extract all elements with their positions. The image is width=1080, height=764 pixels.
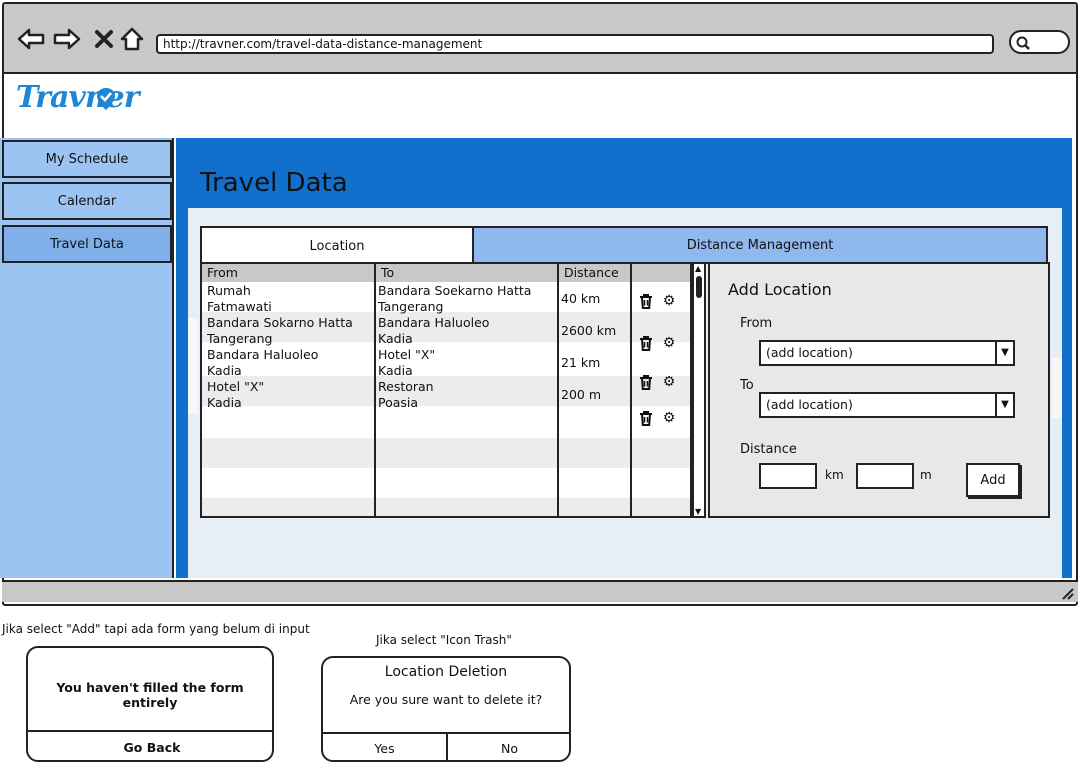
chevron-down-icon: ▼ — [995, 342, 1013, 364]
dialog-delete-caption: Jika select "Icon Trash" — [376, 633, 512, 647]
tab-label: Distance Management — [686, 237, 834, 253]
tab-label: Location — [309, 238, 365, 254]
to-select-value: (add location) — [766, 397, 853, 412]
from-select-value: (add location) — [766, 345, 853, 360]
gear-icon[interactable]: ⚙ — [661, 374, 677, 390]
cell-to: Restoran Poasia — [378, 379, 434, 410]
from-select[interactable]: (add location) ▼ — [759, 340, 1015, 366]
go-back-button[interactable]: Go Back — [28, 732, 272, 760]
gear-icon[interactable]: ⚙ — [661, 293, 677, 309]
travner-logo[interactable]: Travner — [16, 80, 140, 115]
m-unit-label: m — [920, 468, 932, 482]
to-select[interactable]: (add location) ▼ — [759, 392, 1015, 418]
dialog-incomplete-caption: Jika select "Add" tapi ada form yang bel… — [2, 622, 310, 636]
column-header-distance: Distance — [559, 264, 632, 282]
to-label: To — [740, 378, 754, 393]
table-row — [202, 408, 690, 438]
column-header-from: From — [202, 264, 376, 282]
forward-icon[interactable] — [52, 24, 82, 54]
stop-icon[interactable] — [89, 24, 119, 54]
sidebar-item-travel-data[interactable]: Travel Data — [2, 225, 172, 263]
scroll-up-icon[interactable]: ▲ — [695, 265, 701, 273]
tab-distance-management[interactable]: Distance Management — [472, 226, 1048, 264]
back-icon[interactable] — [16, 24, 46, 54]
trash-icon[interactable] — [638, 374, 654, 390]
sidebar-item-label: Travel Data — [50, 236, 124, 252]
table-row — [202, 468, 690, 498]
chevron-down-icon: ▼ — [995, 394, 1013, 416]
sidebar-item-my-schedule[interactable]: My Schedule — [2, 140, 172, 178]
add-button[interactable]: Add — [966, 463, 1020, 497]
table-scrollbar[interactable]: ▲ ▼ — [692, 262, 706, 518]
background-building — [1052, 358, 1062, 418]
dialog-message: Are you sure want to delete it? — [349, 692, 543, 707]
background-building — [188, 318, 198, 414]
tab-location[interactable]: Location — [200, 226, 474, 264]
gear-icon[interactable]: ⚙ — [661, 410, 677, 426]
trash-icon[interactable] — [638, 293, 654, 309]
column-header-to: To — [376, 264, 559, 282]
table-row — [202, 498, 690, 516]
search-icon — [1016, 36, 1030, 50]
sidebar-item-calendar[interactable]: Calendar — [2, 182, 172, 220]
cell-to: Hotel "X" Kadia — [378, 347, 436, 378]
cell-distance: 40 km — [561, 291, 601, 306]
column-header-actions — [632, 264, 690, 282]
m-input[interactable] — [856, 463, 914, 489]
km-input[interactable] — [759, 463, 817, 489]
home-icon[interactable] — [117, 24, 147, 54]
distance-table: From To Distance Rumah Fatmawati Bandara … — [200, 262, 692, 518]
trash-icon[interactable] — [638, 335, 654, 351]
km-unit-label: km — [825, 468, 844, 482]
sidebar-item-label: Calendar — [57, 193, 117, 209]
status-bar — [2, 580, 1078, 602]
incomplete-form-dialog: You haven't filled the form entirely Go … — [26, 646, 274, 762]
location-deletion-dialog: Location Deletion Are you sure want to d… — [321, 656, 571, 762]
url-bar[interactable]: http://travner.com/travel-data-distance-… — [156, 34, 994, 54]
cell-to: Bandara Haluoleo Kadia — [378, 315, 490, 346]
cell-distance: 2600 km — [561, 323, 617, 338]
gear-icon[interactable]: ⚙ — [661, 335, 677, 351]
trash-icon[interactable] — [638, 410, 654, 426]
logo-pin-icon — [97, 88, 115, 110]
distance-label: Distance — [740, 442, 797, 457]
browser-search[interactable] — [1009, 30, 1070, 54]
page-title: Travel Data — [200, 168, 348, 198]
site-header — [4, 76, 1076, 142]
from-label: From — [740, 316, 773, 331]
cell-from: Hotel "X" Kadia — [207, 379, 265, 410]
table-row — [202, 438, 690, 468]
sidebar: My Schedule Calendar Travel Data — [0, 138, 174, 578]
no-button[interactable]: No — [448, 734, 569, 760]
cell-from: Bandara Haluoleo Kadia — [207, 347, 319, 378]
scroll-down-icon[interactable]: ▼ — [695, 508, 701, 516]
column-divider — [374, 264, 376, 516]
table-row — [202, 376, 690, 406]
dialog-message: You haven't filled the form entirely — [56, 680, 244, 710]
resize-handle-icon[interactable] — [1060, 586, 1074, 600]
sidebar-item-label: My Schedule — [45, 151, 129, 167]
browser-toolbar: http://travner.com/travel-data-distance-… — [4, 4, 1076, 74]
cell-distance: 21 km — [561, 355, 601, 370]
cell-distance: 200 m — [561, 387, 602, 402]
column-divider — [630, 264, 632, 516]
cell-from: Rumah Fatmawati — [207, 283, 272, 314]
dialog-title: Location Deletion — [384, 664, 508, 680]
column-divider — [557, 264, 559, 516]
cell-to: Bandara Soekarno Hatta Tangerang — [378, 283, 532, 314]
yes-button[interactable]: Yes — [323, 734, 446, 760]
scroll-thumb[interactable] — [696, 276, 702, 298]
add-location-title: Add Location — [728, 280, 832, 299]
cell-from: Bandara Sokarno Hatta Tangerang — [207, 315, 353, 346]
